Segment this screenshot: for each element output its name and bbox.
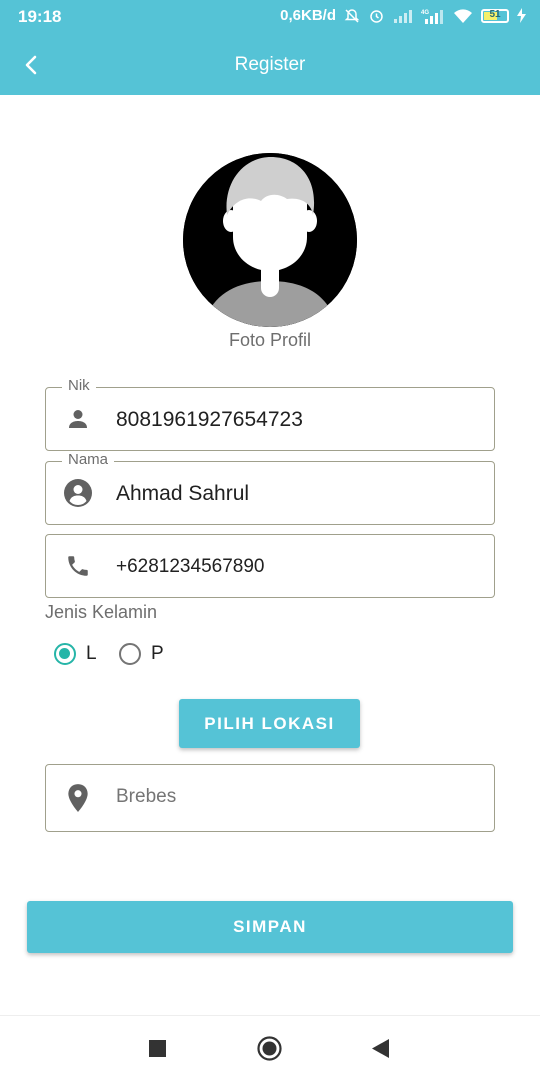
gender-label: Jenis Kelamin [45, 602, 158, 622]
default-avatar-icon [183, 153, 357, 327]
radio-unchecked-icon [119, 643, 141, 665]
location-pin-icon [64, 784, 92, 812]
navigation-bar [0, 1015, 540, 1081]
gender-radio-l[interactable]: L [54, 643, 97, 665]
home-icon[interactable] [257, 1036, 282, 1061]
charging-icon [517, 8, 526, 23]
nik-value: 8081961927654723 [116, 408, 303, 431]
phone-value: +6281234567890 [116, 556, 265, 577]
location-field[interactable]: Brebes [45, 764, 495, 832]
nama-value: Ahmad Sahrul [116, 482, 250, 505]
radio-checked-icon [54, 643, 76, 665]
back-nav-icon[interactable] [372, 1039, 389, 1058]
status-indicators: 0,6KB/d 4G 51 [280, 7, 526, 24]
alarm-icon [370, 10, 383, 23]
profile-photo[interactable] [183, 153, 357, 327]
nama-field[interactable]: Nama Ahmad Sahrul [45, 451, 495, 525]
network-speed: 0,6KB/d [280, 7, 336, 24]
page-title: Register [234, 54, 306, 75]
svg-text:4G: 4G [421, 10, 429, 16]
nik-field[interactable]: Nik 8081961927654723 [45, 377, 495, 451]
gender-option-l: L [86, 643, 97, 664]
save-button[interactable]: SIMPAN [27, 901, 513, 953]
photo-label: Foto Profil [228, 330, 312, 350]
wifi-icon [454, 8, 472, 23]
pick-location-button[interactable]: PILIH LOKASI [179, 699, 360, 748]
status-time: 19:18 [18, 7, 62, 26]
gender-option-p: P [151, 643, 164, 664]
person-icon [64, 405, 92, 433]
app-bar: Register [0, 34, 540, 95]
nik-label: Nik [62, 377, 96, 394]
notifications-off-icon [344, 8, 360, 23]
account-circle-icon [64, 479, 92, 507]
phone-field[interactable]: +6281234567890 [45, 534, 495, 598]
recent-apps-icon[interactable] [149, 1040, 166, 1057]
gender-radio-p[interactable]: P [119, 643, 164, 665]
signal-4g-icon: 4G [421, 9, 443, 24]
phone-icon [64, 552, 92, 580]
status-bar: 19:18 0,6KB/d 4G 51 [0, 0, 540, 34]
location-value: Brebes [116, 786, 177, 807]
battery-level: 51 [489, 8, 501, 20]
battery-indicator: 51 [481, 8, 509, 23]
nama-label: Nama [62, 451, 115, 468]
signal-icon [394, 9, 412, 23]
